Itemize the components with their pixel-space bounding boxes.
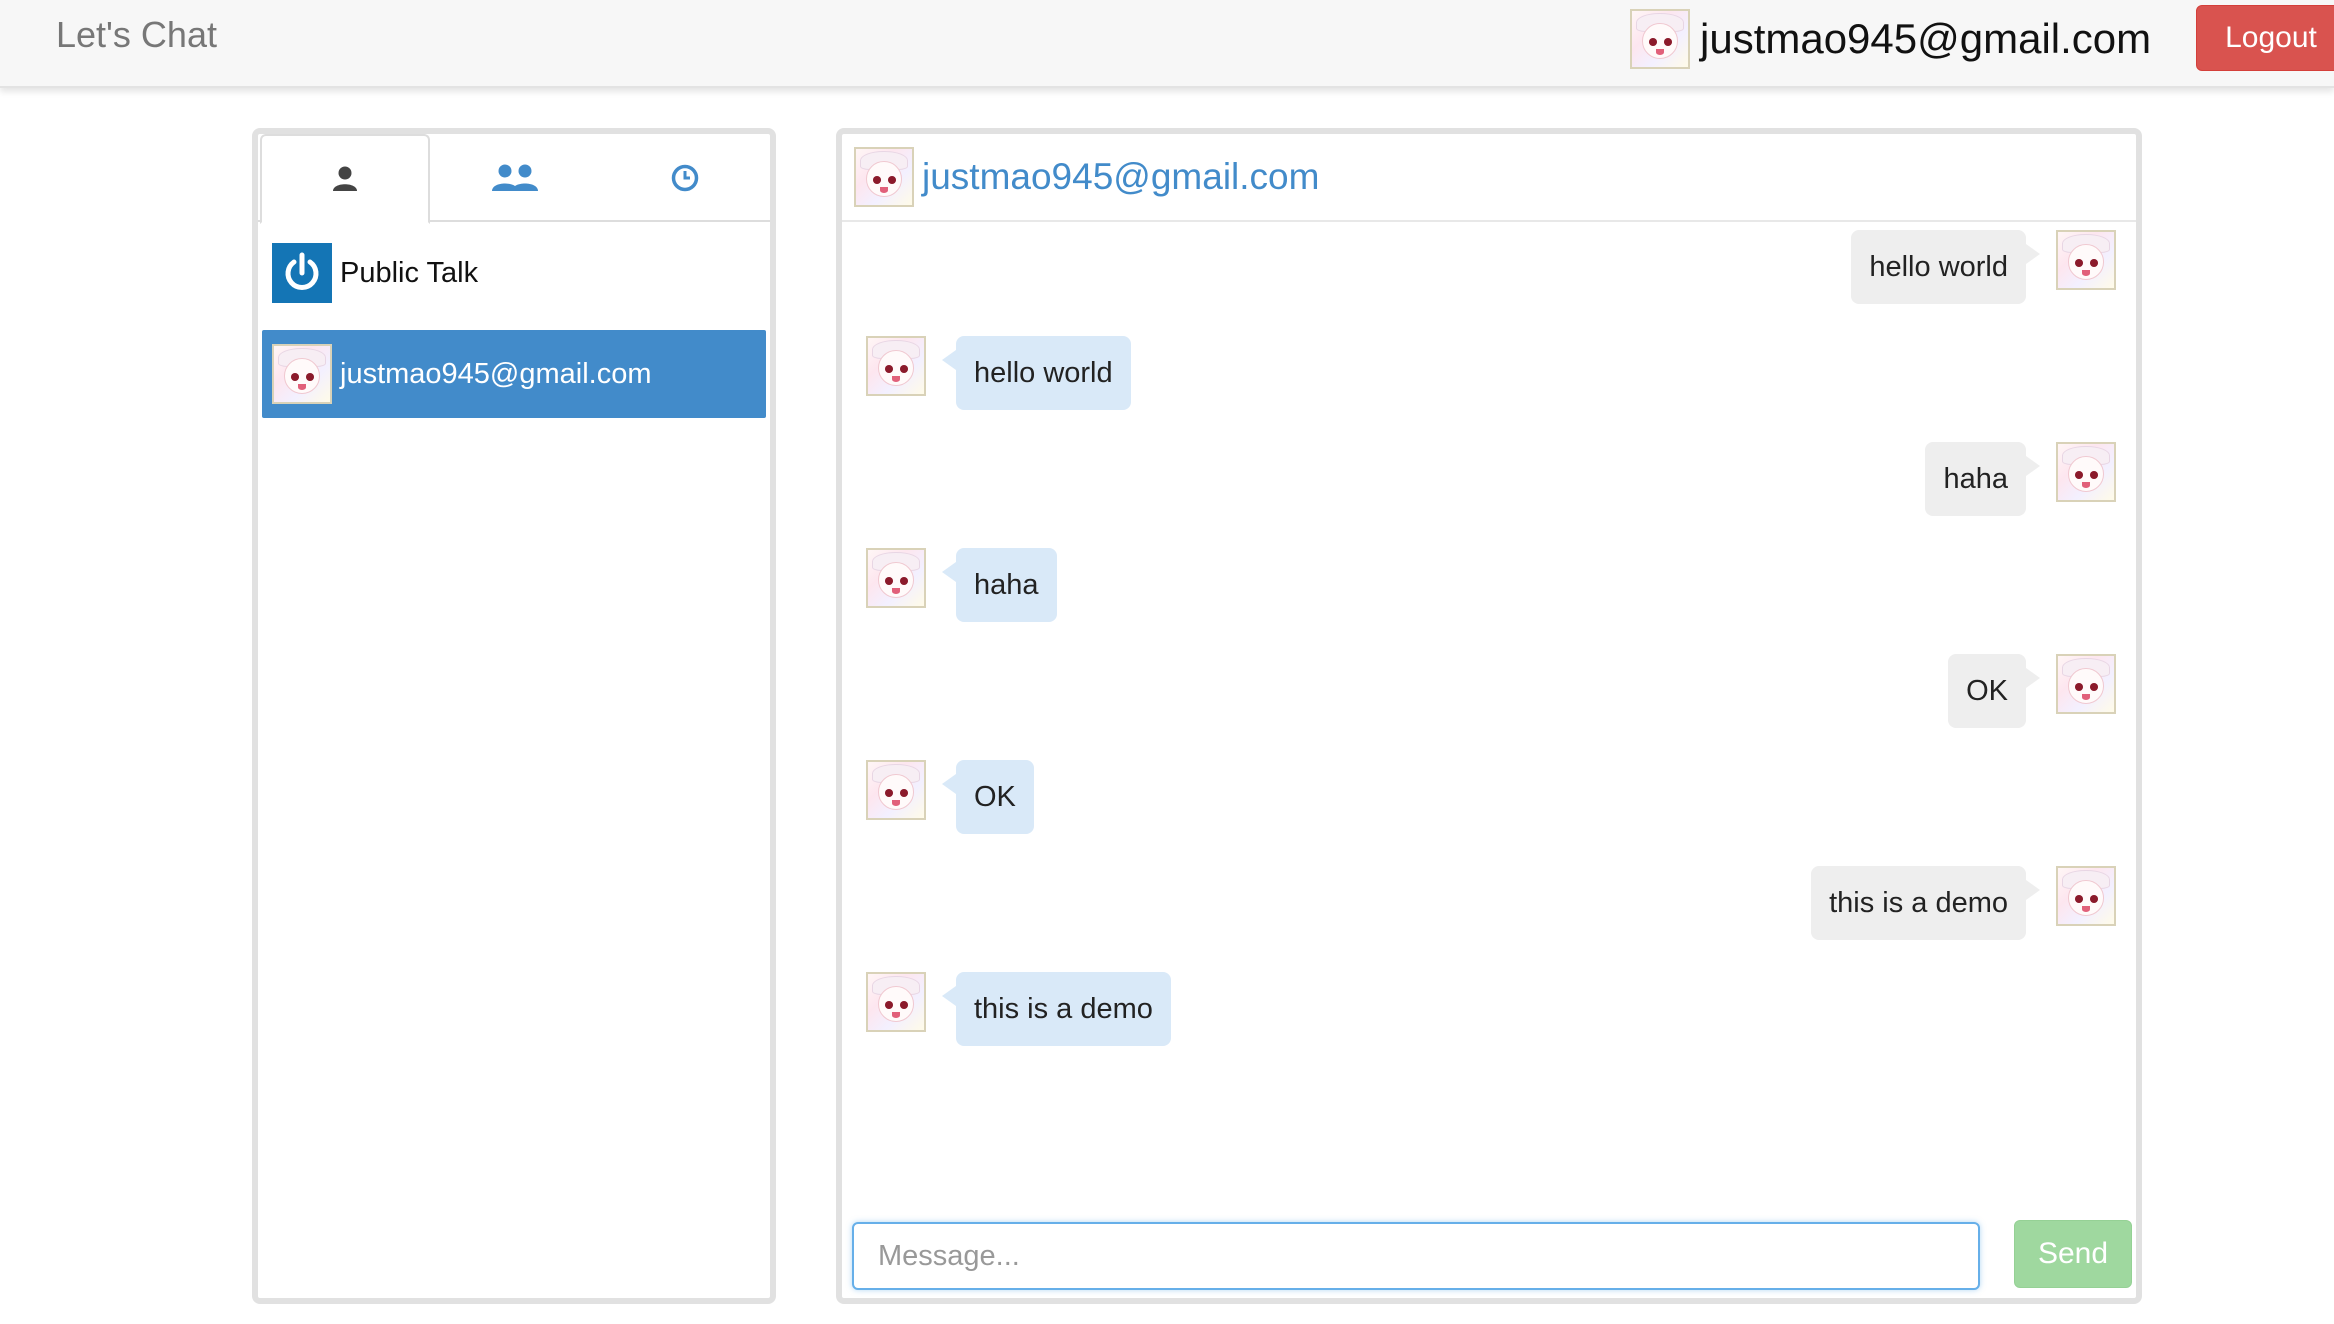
message-bubble: haha (942, 548, 1057, 622)
message-bubble: OK (1948, 654, 2040, 728)
users-icon (492, 164, 538, 191)
sender-avatar (866, 972, 926, 1032)
contact-list: Public Talk justmao945@gmail.com (258, 224, 770, 418)
message-sent: this is a demo (1811, 866, 2116, 940)
sender-avatar (2056, 654, 2116, 714)
sender-avatar (2056, 442, 2116, 502)
contact-justmao945[interactable]: justmao945@gmail.com (262, 330, 766, 418)
sender-avatar (866, 548, 926, 608)
chat-header: justmao945@gmail.com (842, 134, 2136, 222)
message-bubble: this is a demo (1811, 866, 2040, 940)
message-sent: haha (1925, 442, 2116, 516)
message-received: hello world (866, 336, 1131, 410)
tab-contacts[interactable] (260, 134, 430, 224)
app-brand[interactable]: Let's Chat (56, 14, 217, 56)
contacts-panel: Public Talk justmao945@gmail.com (252, 128, 776, 1304)
message-bubble: this is a demo (942, 972, 1171, 1046)
message-sent: hello world (1851, 230, 2116, 304)
sidebar-tabs (258, 134, 770, 224)
send-button[interactable]: Send (2014, 1220, 2132, 1288)
sender-avatar (2056, 866, 2116, 926)
clock-icon (671, 164, 699, 192)
chat-partner-avatar (854, 147, 914, 207)
tab-groups[interactable] (430, 134, 600, 222)
message-bubble: hello world (942, 336, 1131, 410)
user-icon (333, 166, 357, 191)
contact-public-talk[interactable]: Public Talk (258, 228, 770, 318)
logout-button[interactable]: Logout (2196, 5, 2334, 71)
message-bubble: hello world (1851, 230, 2040, 304)
message-sent: OK (1948, 654, 2116, 728)
sender-avatar (2056, 230, 2116, 290)
contact-avatar (272, 344, 332, 404)
contact-label: justmao945@gmail.com (340, 357, 652, 390)
sender-avatar (866, 760, 926, 820)
sender-avatar (866, 336, 926, 396)
power-icon (272, 243, 332, 303)
current-user: justmao945@gmail.com (1630, 8, 2151, 70)
message-received: haha (866, 548, 1057, 622)
chat-panel: justmao945@gmail.com hello world hello w… (836, 128, 2142, 1304)
message-bubble: OK (942, 760, 1034, 834)
tab-history[interactable] (600, 134, 770, 222)
contact-label: Public Talk (340, 256, 479, 289)
user-avatar (1630, 9, 1690, 69)
message-received: this is a demo (866, 972, 1171, 1046)
message-input[interactable] (852, 1222, 1980, 1290)
message-received: OK (866, 760, 1034, 834)
message-bubble: haha (1925, 442, 2040, 516)
chat-title[interactable]: justmao945@gmail.com (922, 156, 1319, 198)
current-user-email: justmao945@gmail.com (1700, 15, 2152, 62)
top-navbar: Let's Chat justmao945@gmail.com Logout (0, 0, 2334, 88)
